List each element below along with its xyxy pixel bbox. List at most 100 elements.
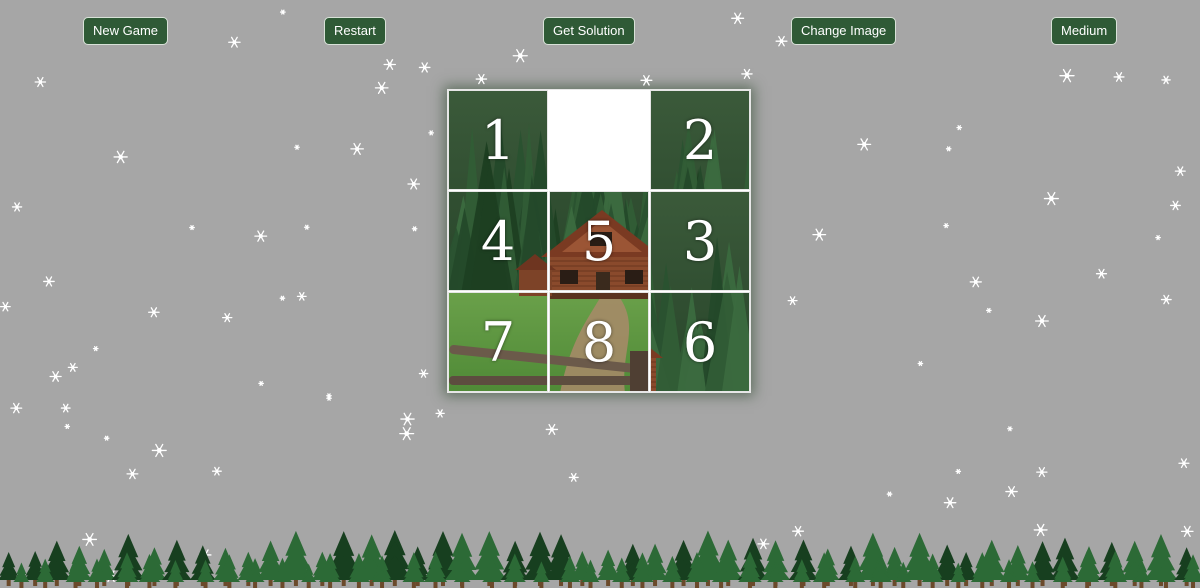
puzzle-tile-6[interactable]: 6 xyxy=(650,292,750,392)
pine-tree-icon xyxy=(668,539,699,586)
new-game-button[interactable]: New Game xyxy=(83,17,169,45)
snowflake-icon xyxy=(1178,458,1190,469)
snowflake-icon xyxy=(1005,486,1018,498)
snowflake-icon xyxy=(640,75,653,86)
snowflake-icon xyxy=(148,307,160,318)
pine-tree-icon xyxy=(792,559,812,588)
snowflake-icon xyxy=(294,144,300,150)
pine-tree-icon xyxy=(815,548,840,586)
pine-tree-icon xyxy=(976,539,1007,586)
snowflake-icon xyxy=(1113,72,1125,82)
tile-number: 1 xyxy=(480,108,516,172)
tile-number: 7 xyxy=(480,310,516,374)
pine-tree-icon xyxy=(166,560,185,588)
pine-tree-icon xyxy=(641,543,669,586)
pine-tree-icon xyxy=(425,531,461,586)
puzzle-tile-7[interactable]: 7 xyxy=(448,292,548,392)
puzzle-tile-8[interactable]: 8 xyxy=(549,292,649,392)
snowflake-icon xyxy=(955,468,962,474)
pine-forest-border xyxy=(0,530,1200,588)
pine-tree-icon xyxy=(326,531,362,586)
pine-tree-icon xyxy=(138,553,161,588)
snowflake-icon xyxy=(545,423,559,435)
pine-tree-icon xyxy=(444,532,480,586)
snowflake-icon xyxy=(787,296,798,306)
change-image-button[interactable]: Change Image xyxy=(791,17,897,45)
pine-tree-icon xyxy=(218,554,241,588)
snowflake-icon xyxy=(104,570,118,583)
snowflake-icon xyxy=(418,62,431,73)
puzzle-tile-2[interactable]: 2 xyxy=(650,90,750,190)
pine-tree-icon xyxy=(631,552,654,588)
snowflake-icon xyxy=(399,427,415,441)
pine-tree-icon xyxy=(1120,540,1150,586)
snowflake-icon xyxy=(411,226,418,232)
pine-tree-icon xyxy=(23,551,47,586)
pine-tree-icon xyxy=(1182,554,1200,588)
snowflake-icon xyxy=(1007,426,1013,432)
pine-tree-icon xyxy=(278,530,314,586)
pine-tree-icon xyxy=(402,552,426,588)
pine-tree-icon xyxy=(855,532,890,586)
pine-tree-icon xyxy=(256,540,286,586)
snowflake-icon xyxy=(1170,200,1181,211)
snowflake-icon xyxy=(1059,68,1075,83)
snowflake-icon xyxy=(0,301,11,312)
snowflake-icon xyxy=(757,538,770,550)
pine-tree-icon xyxy=(1076,546,1102,586)
pine-tree-icon xyxy=(581,559,600,588)
pine-tree-icon xyxy=(87,558,107,588)
pine-tree-icon xyxy=(500,540,530,586)
puzzle-tile-3[interactable]: 3 xyxy=(650,191,750,291)
pine-tree-icon xyxy=(42,540,72,586)
pine-tree-icon xyxy=(318,553,342,588)
pine-tree-icon xyxy=(453,561,471,588)
snowflake-icon xyxy=(1043,191,1059,206)
snowflake-icon xyxy=(1180,525,1194,537)
puzzle-tile-1[interactable]: 1 xyxy=(448,90,548,190)
snowflake-icon xyxy=(43,276,55,287)
empty-slot xyxy=(549,90,649,190)
pine-tree-icon xyxy=(711,558,731,588)
difficulty-button[interactable]: Medium xyxy=(1051,17,1118,45)
snowflake-icon xyxy=(10,402,23,414)
puzzle-board: 1 2 4 5 3 7 8 6 xyxy=(447,89,751,393)
pine-tree-icon xyxy=(999,559,1019,588)
pine-tree-icon xyxy=(1144,534,1178,586)
pine-tree-icon xyxy=(760,540,791,586)
pine-tree-icon xyxy=(115,552,139,588)
snowflake-icon xyxy=(189,225,195,231)
pine-tree-icon xyxy=(690,530,726,586)
snowflake-icon xyxy=(400,412,415,426)
pine-tree-icon xyxy=(65,556,86,588)
pine-tree-icon xyxy=(311,551,334,586)
snowflake-icon xyxy=(374,81,389,94)
snowflake-icon xyxy=(67,362,78,372)
snowflake-icon xyxy=(254,230,268,242)
pine-tree-icon xyxy=(596,549,620,586)
pine-tree-icon xyxy=(685,551,709,588)
snowflake-icon xyxy=(103,435,110,441)
snowflake-icon xyxy=(741,68,753,80)
pine-tree-icon xyxy=(371,555,393,588)
pine-tree-icon xyxy=(376,530,413,586)
tile-number: 2 xyxy=(682,108,718,172)
pine-tree-icon xyxy=(245,558,265,588)
snowflake-icon xyxy=(1033,523,1048,537)
snowflake-icon xyxy=(986,307,992,314)
pine-tree-icon xyxy=(869,552,892,588)
tile-number: 6 xyxy=(682,310,718,374)
get-solution-button[interactable]: Get Solution xyxy=(543,17,635,45)
pine-tree-icon xyxy=(662,555,683,588)
pine-tree-icon xyxy=(1049,537,1081,586)
pine-tree-icon xyxy=(812,552,836,588)
puzzle-tile-5[interactable]: 5 xyxy=(549,191,649,291)
snowflake-icon xyxy=(151,443,167,458)
snowflake-icon xyxy=(49,371,62,382)
pine-tree-icon xyxy=(1075,550,1100,588)
toolbar: New Game Restart Get Solution Change Ima… xyxy=(0,0,1200,60)
puzzle-tile-4[interactable]: 4 xyxy=(448,191,548,291)
restart-button[interactable]: Restart xyxy=(324,17,386,45)
snowflake-icon xyxy=(326,395,332,401)
pine-tree-icon xyxy=(405,546,431,586)
